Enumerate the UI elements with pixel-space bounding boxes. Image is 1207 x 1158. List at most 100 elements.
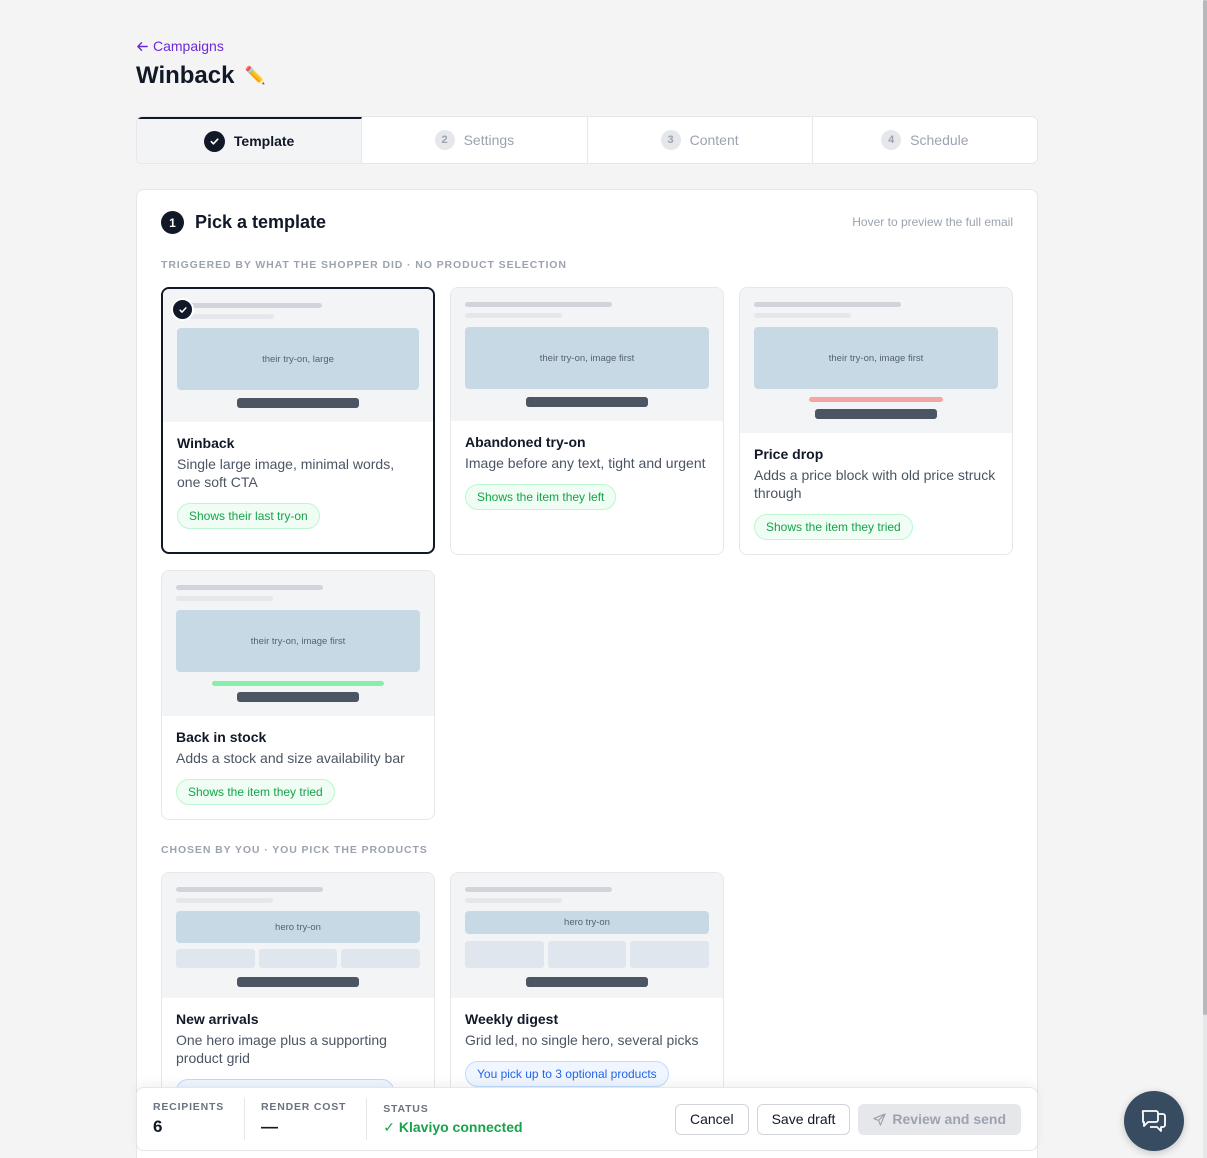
template-name: Back in stock (176, 729, 267, 745)
step-number: 4 (881, 130, 902, 150)
template-name: Price drop (754, 446, 824, 462)
preview-grid-cell (258, 949, 338, 968)
review-and-send-label: Review and send (892, 1111, 1006, 1127)
step-content[interactable]: 3 Content (588, 117, 813, 163)
preview-line (465, 313, 562, 318)
back-link-label: Campaigns (153, 38, 224, 54)
page-title: Winback (136, 62, 235, 89)
preview-line (754, 313, 851, 318)
template-card-abandoned-try-on[interactable]: their try-on, image first Abandoned try-… (450, 287, 724, 555)
preview-line (465, 887, 612, 892)
status-stat: STATUS ✓ Klaviyo connected (367, 1098, 542, 1140)
preview-line (177, 303, 322, 308)
template-description: Single large image, minimal words, one s… (177, 456, 395, 490)
cancel-button[interactable]: Cancel (674, 1103, 749, 1135)
preview-line (465, 302, 612, 307)
scrollbar-thumb[interactable] (1203, 0, 1207, 1015)
template-card-weekly-digest[interactable]: hero try-on Weekly digest Grid led, no s… (450, 872, 724, 1122)
template-picker-card: 1 Pick a template Hover to preview the f… (136, 189, 1038, 1158)
template-description: Adds a stock and size availability bar (176, 750, 405, 766)
render-cost-value: — (261, 1117, 279, 1136)
template-card-winback[interactable]: their try-on, large Winback Single large… (161, 287, 435, 554)
preview-hero: hero try-on (176, 911, 420, 943)
step-number: 2 (434, 130, 455, 150)
stat-label: RECIPIENTS (153, 1101, 225, 1113)
check-icon (203, 130, 225, 152)
step-label: Template (233, 133, 295, 149)
preview-line (754, 302, 901, 307)
render-cost-stat: RENDER COST — (245, 1098, 368, 1140)
group-label-triggered: TRIGGERED BY WHAT THE SHOPPER DID · NO P… (161, 259, 567, 271)
template-preview: hero try-on (162, 873, 434, 998)
template-tag: Shows the item they left (465, 484, 617, 510)
campaign-stepper: Template 2 Settings 3 Content 4 Schedule (136, 116, 1038, 164)
template-preview: hero try-on (451, 873, 723, 998)
section-title: Pick a template (195, 212, 327, 232)
preview-cta (526, 977, 648, 987)
template-card-new-arrivals[interactable]: hero try-on New arrivals One hero image … (161, 872, 435, 1122)
step-settings[interactable]: 2 Settings (362, 117, 588, 163)
step-template[interactable]: Template (137, 117, 363, 163)
preview-cta (815, 409, 937, 419)
preview-line (176, 585, 323, 590)
template-description: Image before any text, tight and urgent (465, 455, 706, 471)
stat-label: STATUS (383, 1102, 429, 1115)
pencil-icon[interactable]: ✏️ (244, 66, 265, 86)
recipients-count: 6 (153, 1117, 163, 1136)
template-card-back-in-stock[interactable]: their try-on, image first Back in stock … (161, 570, 435, 820)
preview-grid-cell (630, 941, 710, 968)
preview-hero: their try-on, image first (754, 327, 998, 389)
preview-hero: hero try-on (465, 911, 709, 934)
preview-stock-bar (212, 681, 384, 686)
preview-line (176, 887, 323, 892)
preview-hero: their try-on, image first (176, 610, 420, 672)
template-name: New arrivals (176, 1011, 259, 1027)
recipients-stat: RECIPIENTS 6 (137, 1098, 246, 1140)
preview-cta (237, 398, 359, 408)
section-number: 1 (161, 211, 184, 234)
template-description: Adds a price block with old price struck… (754, 467, 996, 501)
template-tag: Shows the item they tried (176, 779, 335, 805)
campaign-footer-bar: RECIPIENTS 6 RENDER COST — STATUS ✓ Klav… (136, 1087, 1038, 1151)
template-preview: their try-on, image first (740, 288, 1012, 433)
template-description: Grid led, no single hero, several picks (465, 1032, 699, 1048)
template-name: Weekly digest (465, 1011, 559, 1027)
template-body: Price drop Adds a price block with old p… (740, 433, 1012, 540)
template-tag: You pick up to 3 optional products (465, 1061, 669, 1087)
preview-cta (237, 977, 359, 987)
template-name: Abandoned try-on (465, 434, 586, 450)
review-and-send-button[interactable]: Review and send (858, 1103, 1021, 1135)
preview-cta (526, 397, 648, 407)
check-icon (171, 298, 194, 321)
preview-grid-cell (176, 949, 255, 968)
chat-launcher-button[interactable] (1124, 1091, 1184, 1151)
template-preview: their try-on, image first (162, 571, 434, 716)
template-body: Winback Single large image, minimal word… (163, 422, 433, 529)
preview-product-grid (465, 941, 710, 968)
template-description: One hero image plus a supporting product… (176, 1032, 387, 1066)
status-badge: ✓ Klaviyo connected (383, 1118, 523, 1135)
send-icon (873, 1112, 887, 1126)
step-schedule[interactable]: 4 Schedule (813, 117, 1037, 163)
template-card-price-drop[interactable]: their try-on, image first Price drop Add… (739, 287, 1013, 555)
preview-grid-cell (547, 941, 627, 968)
template-body: Abandoned try-on Image before any text, … (451, 421, 723, 510)
preview-line (176, 596, 273, 601)
template-preview: their try-on, large (163, 289, 433, 422)
preview-price-block (809, 397, 943, 402)
back-to-campaigns-link[interactable]: Campaigns (136, 38, 224, 54)
preview-product-grid (176, 949, 421, 968)
section-header: 1 Pick a template (161, 211, 326, 234)
template-tag: Shows the item they tried (754, 514, 913, 540)
preview-line (176, 898, 273, 903)
footer-actions: Cancel Save draft Review and send (674, 1103, 1021, 1135)
group-label-chosen: CHOSEN BY YOU · YOU PICK THE PRODUCTS (161, 844, 428, 856)
preview-hero: their try-on, image first (465, 327, 709, 389)
preview-cta (237, 692, 359, 702)
template-name: Winback (177, 435, 235, 451)
step-label: Content (689, 132, 739, 148)
preview-grid-cell (465, 941, 544, 968)
hover-hint: Hover to preview the full email (852, 215, 1013, 229)
step-label: Schedule (910, 132, 969, 148)
save-draft-button[interactable]: Save draft (756, 1103, 851, 1135)
